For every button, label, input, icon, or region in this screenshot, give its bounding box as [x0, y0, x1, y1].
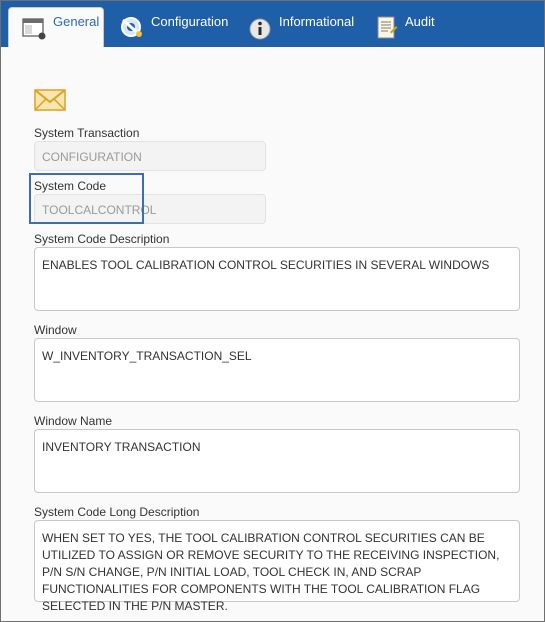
tab-general-label: General: [53, 14, 100, 29]
window-frame: General Configuration Informational Audi…: [0, 0, 545, 622]
window-name-field[interactable]: INVENTORY TRANSACTION: [34, 429, 520, 493]
window-name-label: Window Name: [34, 414, 113, 428]
tab-audit-label: Audit: [405, 13, 435, 29]
system-code-description-field[interactable]: ENABLES TOOL CALIBRATION CONTROL SECURIT…: [34, 247, 520, 311]
system-code-label: System Code: [34, 179, 107, 193]
window-icon: [21, 15, 47, 41]
system-transaction-field: CONFIGURATION: [34, 141, 266, 171]
system-code-field: TOOLCALCONTROL: [34, 194, 266, 224]
long-description-field[interactable]: WHEN SET TO YES, THE TOOL CALIBRATION CO…: [34, 520, 520, 613]
info-icon: [247, 14, 273, 40]
window-label: Window: [34, 323, 77, 337]
tab-informational[interactable]: Informational: [243, 7, 363, 47]
tab-informational-label: Informational: [279, 13, 355, 29]
document-icon: [373, 14, 399, 40]
envelope-icon: [34, 89, 66, 111]
tab-bar: General Configuration Informational Audi…: [1, 1, 544, 47]
tab-general[interactable]: General: [8, 7, 104, 47]
long-description-label: System Code Long Description: [34, 505, 200, 519]
gear-icon: [119, 14, 145, 40]
tab-configuration[interactable]: Configuration: [115, 7, 235, 47]
system-transaction-label: System Transaction: [34, 126, 140, 140]
window-field[interactable]: W_INVENTORY_TRANSACTION_SEL: [34, 338, 520, 402]
tab-configuration-label: Configuration: [151, 13, 229, 29]
general-panel: System Transaction CONFIGURATION System …: [1, 47, 544, 621]
system-code-description-label: System Code Description: [34, 232, 170, 246]
tab-audit[interactable]: Audit: [369, 7, 459, 47]
